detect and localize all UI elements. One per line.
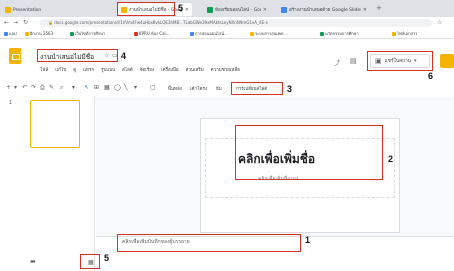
slide-number: 1	[9, 100, 13, 106]
line-icon[interactable]: ╲	[124, 84, 128, 91]
folder-icon	[250, 31, 254, 36]
annotation-number: 5	[104, 253, 110, 263]
menu-help[interactable]: ความช่วยเหลือ	[211, 66, 240, 74]
address-bar-row: ← → ↻ 🔒 docs.google.com/presentation/d/1…	[0, 17, 454, 29]
comment-add-icon[interactable]: ▢	[150, 84, 156, 91]
highlight-box-present	[367, 51, 433, 71]
menu-tools[interactable]: เครื่องมือ	[161, 66, 179, 74]
slide-thumbnail[interactable]	[30, 100, 80, 148]
highlight-box-toolbar	[231, 82, 283, 95]
bookmark-item[interactable]: แอป	[4, 30, 17, 37]
highlight-box-grid-view	[80, 254, 100, 269]
browser-tab[interactable]: ห้องเรียนออนไลน์ - Google ไดรฟ์ ✕	[204, 3, 270, 16]
comment-icon[interactable]: ▤	[350, 57, 357, 65]
highlight-box-notes	[117, 234, 301, 252]
chevron-down-icon[interactable]: ▾	[14, 84, 17, 91]
chevron-down-icon[interactable]: ▾	[134, 84, 137, 91]
select-cursor-icon[interactable]: ↖	[84, 84, 89, 91]
undo-icon[interactable]: ↶	[22, 84, 27, 91]
folder-icon	[25, 31, 29, 36]
new-slide-icon[interactable]: +	[6, 84, 11, 91]
paint-format-icon[interactable]: ✎	[49, 84, 54, 91]
highlight-box-slide-title	[235, 125, 383, 180]
chevron-down-icon[interactable]: ▾	[72, 84, 75, 91]
browser-tab-strip: Presentation - ชื่อ สกุล งานนำเสนอไม่มีช…	[0, 0, 454, 17]
drive-favicon-icon	[207, 6, 213, 13]
menu-file[interactable]: ไฟล์	[40, 66, 48, 74]
forward-icon[interactable]: →	[13, 19, 18, 26]
background-button[interactable]: พื้นหลัง	[168, 85, 182, 92]
bookmark-item[interactable]: ระบบสารสนเทศ...	[250, 30, 287, 37]
apps-icon	[4, 31, 8, 36]
shape-icon[interactable]: ◯	[114, 84, 121, 91]
folder-icon	[70, 31, 74, 36]
star-icon[interactable]: ☆	[437, 19, 442, 26]
menu-bar: ไฟล์ แก้ไข ดู แทรก รูปแบบ สไลด์ จัดเรียง…	[40, 66, 240, 74]
highlight-box-title	[37, 49, 118, 62]
theme-button[interactable]: ธีม	[216, 85, 222, 92]
bookmark-item[interactable]: เว็บไซต์การศึกษา	[70, 30, 105, 37]
back-icon[interactable]: ←	[4, 19, 9, 26]
activity-icon[interactable]: ⤴	[334, 58, 340, 67]
annotation-number: 5	[178, 3, 184, 13]
bookmarks-bar: แอป ฝึกงาน 2563 เว็บไซต์การศึกษา KPRU ห้…	[0, 29, 454, 39]
annotation-number: 1	[305, 235, 311, 245]
menu-format[interactable]: รูปแบบ	[101, 66, 115, 74]
annotation-number: 4	[121, 51, 127, 61]
browser-tab[interactable]: Presentation - ชื่อ สกุล	[2, 3, 44, 16]
folder-icon	[190, 31, 194, 36]
print-icon[interactable]: ⎙	[40, 84, 45, 92]
close-tab-icon[interactable]: ✕	[263, 7, 267, 13]
filmstrip-view-icon[interactable]: ▬	[30, 258, 36, 265]
menu-addons[interactable]: ส่วนเสริม	[186, 66, 204, 74]
bookmark-item[interactable]: การสอนออนไลน์...	[190, 30, 228, 37]
bookmark-item[interactable]: นวัตกรรมการศึกษา	[320, 30, 359, 37]
slides-favicon-icon	[5, 6, 11, 13]
zoom-icon[interactable]: ⌕	[60, 84, 63, 92]
image-icon[interactable]: ▦	[104, 84, 110, 91]
bookmark-item[interactable]: ฝึกงาน 2563	[25, 30, 53, 37]
menu-edit[interactable]: แก้ไข	[55, 66, 66, 74]
slides-logo-icon[interactable]	[9, 48, 21, 64]
close-tab-icon[interactable]: ✕	[185, 7, 189, 13]
folder-icon	[392, 31, 396, 36]
close-tab-icon[interactable]: ✕	[363, 7, 367, 13]
annotation-number: 3	[287, 84, 293, 94]
bookmark-item[interactable]: ไฟล์เอกสาร	[392, 30, 417, 37]
menu-slide[interactable]: สไลด์	[122, 66, 133, 74]
annotation-number: 2	[388, 154, 394, 164]
menu-insert[interactable]: แทรก	[83, 66, 94, 74]
folder-icon	[320, 31, 324, 36]
lock-icon: 🔒	[48, 20, 53, 25]
textbox-icon[interactable]: ⊞	[94, 84, 99, 91]
redo-icon[interactable]: ↷	[31, 84, 36, 91]
highlight-box-tab	[117, 2, 175, 16]
browser-tab[interactable]: สร้างงานนำเสนอด้วย Google Slides ✕	[278, 3, 370, 16]
url-input[interactable]: 🔒 docs.google.com/presentation/d/1VVm4Fw…	[40, 19, 432, 27]
menu-view[interactable]: ดู	[73, 66, 76, 74]
docs-favicon-icon	[281, 6, 287, 13]
share-button[interactable]	[440, 54, 454, 68]
menu-arrange[interactable]: จัดเรียง	[140, 66, 154, 74]
reload-icon[interactable]: ↻	[23, 19, 28, 26]
bookmark-item[interactable]: KPRU ห้อง Cal...	[134, 30, 169, 37]
toolbar: + ▾ ↶ ↷ ⎙ ✎ ⌕ ▾ ↖ ⊞ ▦ ◯ ╲ ▾ ▢ พื้นหลัง เ…	[0, 80, 454, 95]
new-tab-icon[interactable]: +	[376, 4, 382, 12]
folder-icon	[134, 31, 138, 36]
layout-button[interactable]: เค้าโครง	[190, 85, 207, 92]
